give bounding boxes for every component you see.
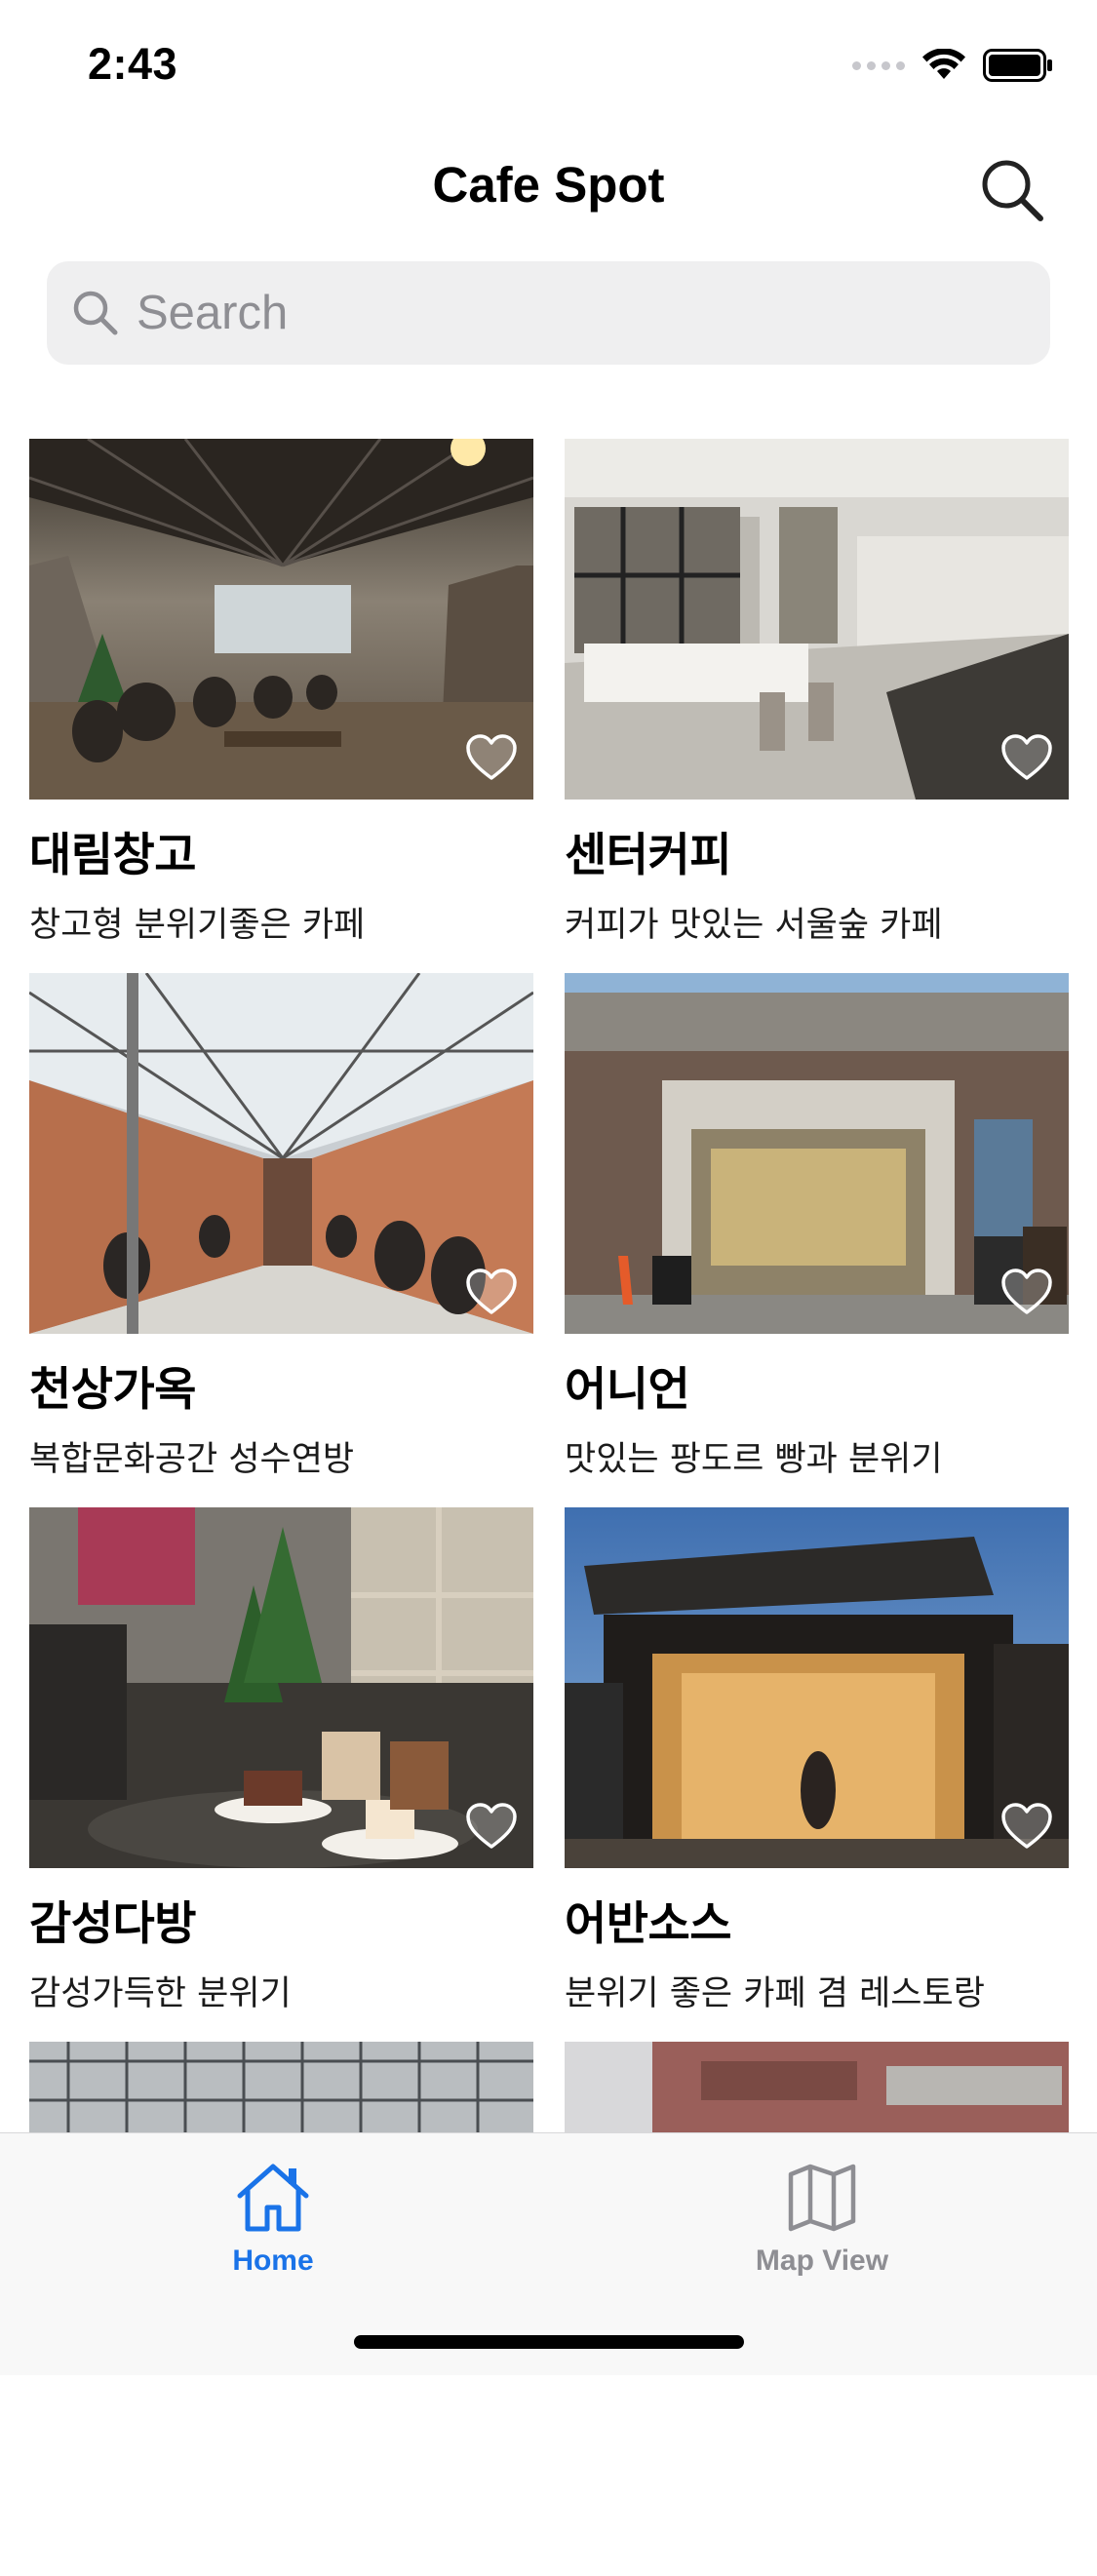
cafe-name: 감성다방 <box>29 1897 196 1951</box>
status-bar: 2:43 <box>0 0 1097 129</box>
cafe-card[interactable]: 대림창고 창고형 분위기좋은 카페 <box>29 439 533 973</box>
cafe-name: 어니언 <box>565 1363 690 1417</box>
heart-icon[interactable] <box>1000 1268 1053 1316</box>
cafe-card[interactable]: 감성다방 감성가득한 분위기 <box>29 1507 533 2042</box>
cafe-description: 분위기 좋은 카페 겸 레스토랑 <box>565 1974 985 2013</box>
heart-icon[interactable] <box>1000 1802 1053 1851</box>
cafe-photo <box>565 1507 1069 1868</box>
cafe-card[interactable]: 어반소스 분위기 좋은 카페 겸 레스토랑 <box>565 1507 1069 2042</box>
tab-bar: Home Map View <box>0 2132 1097 2375</box>
cafe-card[interactable]: 천상가옥 복합문화공간 성수연방 <box>29 973 533 1507</box>
cafe-photo <box>565 973 1069 1334</box>
home-indicator <box>354 2335 744 2349</box>
tab-home-label: Home <box>232 2244 314 2277</box>
cafe-card[interactable]: 센터커피 커피가 맛있는 서울숲 카페 <box>565 439 1069 973</box>
cafe-card[interactable]: 어니언 맛있는 팡도르 빵과 분위기 <box>565 973 1069 1507</box>
cafe-photo <box>29 2042 533 2139</box>
status-icons <box>852 49 1053 82</box>
cafe-description: 맛있는 팡도르 빵과 분위기 <box>565 1440 943 1479</box>
page-title: Cafe Spot <box>432 157 665 213</box>
cafe-photo <box>29 973 533 1334</box>
search-input[interactable] <box>137 286 1014 340</box>
search-field-icon <box>73 291 118 335</box>
cafe-photo <box>565 439 1069 800</box>
heart-icon[interactable] <box>465 733 518 782</box>
cafe-name: 어반소스 <box>565 1897 731 1951</box>
search-icon[interactable] <box>978 156 1046 224</box>
cafe-description: 복합문화공간 성수연방 <box>29 1440 355 1479</box>
cafe-description: 커피가 맛있는 서울숲 카페 <box>565 906 943 945</box>
cafe-name: 천상가옥 <box>29 1363 196 1417</box>
cafe-name: 센터커피 <box>565 829 731 882</box>
tab-map-view-label: Map View <box>755 2244 889 2277</box>
search-bar[interactable] <box>47 261 1050 365</box>
cafe-description: 창고형 분위기좋은 카페 <box>29 906 366 945</box>
cafe-description: 감성가득한 분위기 <box>29 1974 292 2013</box>
tab-map-view[interactable]: Map View <box>676 2161 968 2278</box>
map-icon <box>788 2164 856 2232</box>
cafe-name: 대림창고 <box>29 829 196 882</box>
cafe-photo <box>29 439 533 800</box>
heart-icon[interactable] <box>465 1802 518 1851</box>
signal-dots-icon <box>852 60 905 70</box>
home-icon <box>237 2164 309 2232</box>
heart-icon[interactable] <box>1000 733 1053 782</box>
cafe-photo <box>29 1507 533 1868</box>
heart-icon[interactable] <box>465 1268 518 1316</box>
status-time: 2:43 <box>88 39 178 89</box>
battery-icon <box>983 49 1052 82</box>
wifi-icon <box>922 49 965 79</box>
cafe-photo <box>565 2042 1069 2139</box>
tab-home[interactable]: Home <box>127 2161 419 2278</box>
